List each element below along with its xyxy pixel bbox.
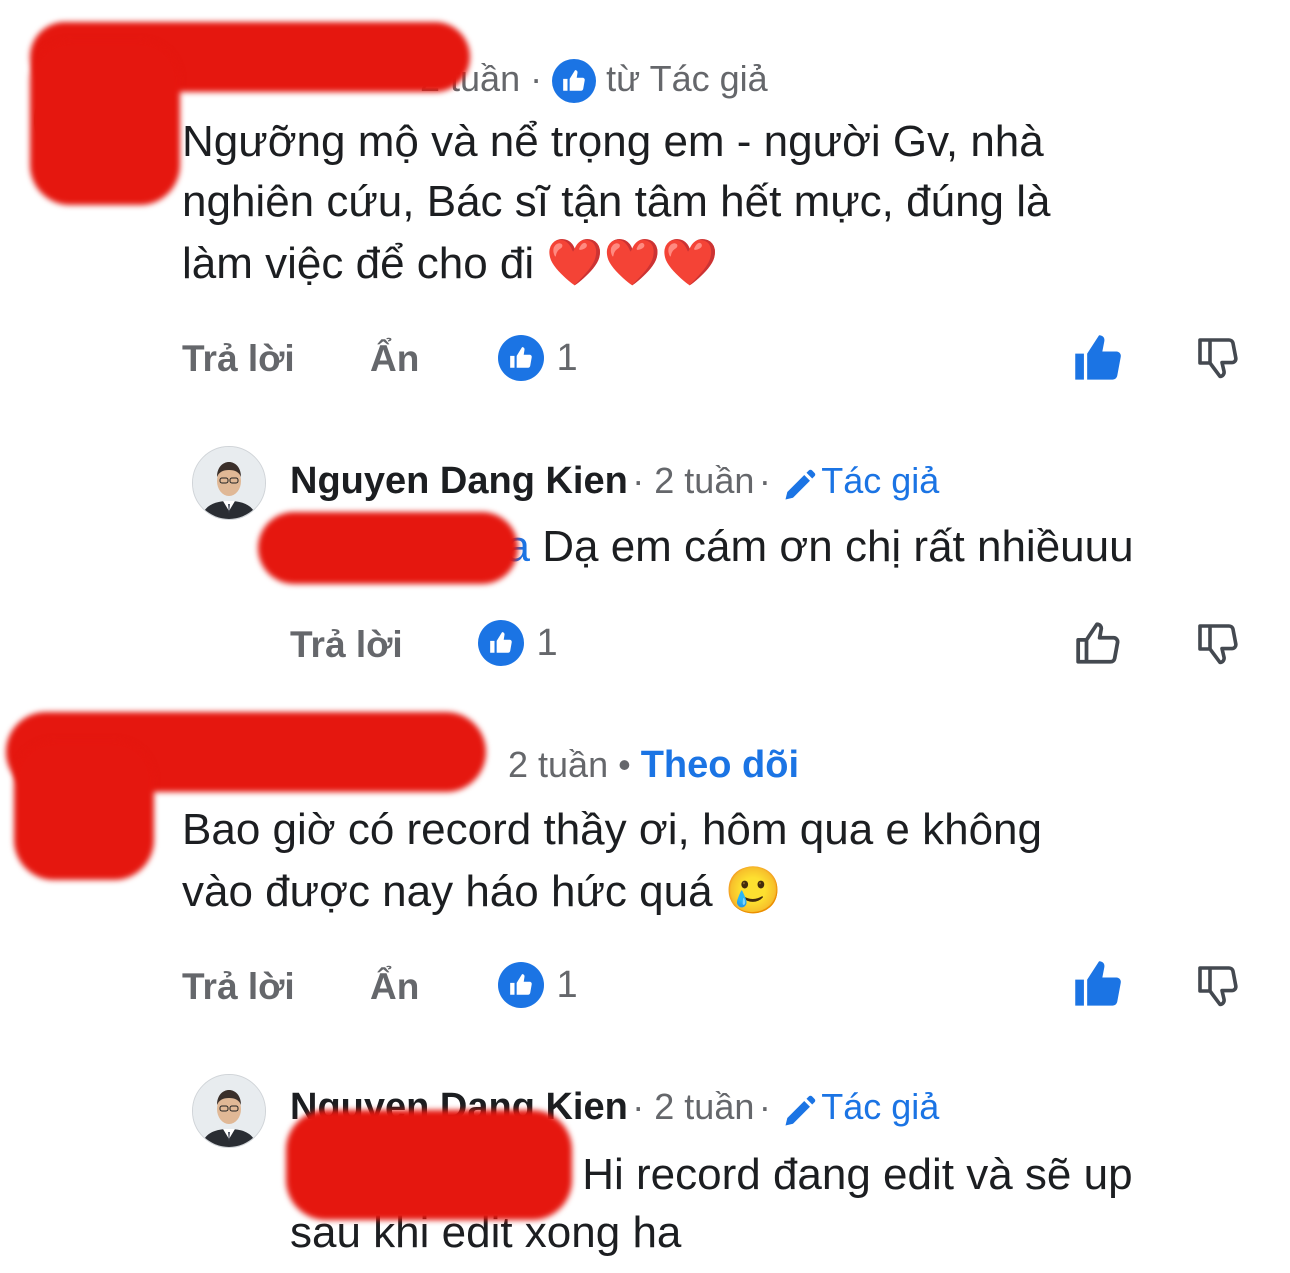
reply-time: 2 tuần (654, 460, 755, 501)
like-reaction-icon (478, 620, 524, 666)
author-liked-icon (552, 59, 597, 104)
reply-line: Hi record đang edit và sẽ up (582, 1150, 1133, 1199)
reply-button[interactable]: Trả lời (290, 624, 403, 666)
heart-emoji: ❤️❤️❤️ (546, 236, 719, 288)
like-reaction-icon (498, 335, 544, 381)
hide-button[interactable]: Ẩn (370, 966, 419, 1008)
like-count[interactable]: 1 (498, 962, 578, 1008)
reply-time: 2 tuần (654, 1086, 755, 1127)
redaction-mark (286, 1110, 572, 1220)
smile-tear-emoji: 🥲 (724, 864, 783, 916)
thumbs-down-icon[interactable] (1194, 334, 1242, 387)
redaction-mark (30, 40, 180, 205)
thumbs-up-icon[interactable] (1072, 958, 1124, 1015)
like-count-number: 1 (536, 621, 558, 664)
author-name[interactable]: Nguyen Dang Kien (290, 460, 628, 502)
hide-button[interactable]: Ẩn (370, 338, 419, 380)
author-badge-text: từ Tác giả (606, 58, 768, 99)
pencil-icon (781, 468, 817, 509)
like-count[interactable]: 1 (498, 335, 578, 381)
thumbs-up-icon[interactable] (1072, 332, 1124, 389)
author-role-label: Tác giả (821, 460, 940, 501)
redaction-mark (258, 512, 518, 584)
reply-header: Nguyen Dang Kien · 2 tuần · Tác giả (290, 460, 939, 509)
comment-meta: 2 tuần · từ Tác giả (420, 58, 768, 104)
thumbs-down-icon[interactable] (1194, 620, 1242, 673)
author-avatar[interactable] (192, 1074, 266, 1148)
comment-line: làm việc để cho đi (182, 239, 535, 288)
redaction-mark (14, 740, 154, 880)
comment-meta: 2 tuần • Theo dõi (508, 744, 800, 786)
author-avatar[interactable] (192, 446, 266, 520)
reply-button[interactable]: Trả lời (182, 338, 295, 380)
comment-line: vào được nay háo hức quá (182, 867, 713, 916)
author-role-label: Tác giả (821, 1086, 940, 1127)
comment-time: 2 tuần (508, 744, 609, 785)
thumbs-up-icon[interactable] (1074, 618, 1124, 673)
comment-line: Ngưỡng mộ và nể trọng em - người Gv, nhà (182, 117, 1044, 166)
pencil-icon (781, 1094, 817, 1135)
reply-text: Dạ em cám ơn chị rất nhiềuuu (542, 522, 1134, 571)
comment-line: nghiên cứu, Bác sĩ tận tâm hết mực, đúng… (182, 177, 1051, 226)
thumbs-down-icon[interactable] (1194, 962, 1242, 1015)
comment-body: Bao giờ có record thầy ơi, hôm qua e khô… (182, 800, 1242, 922)
like-count-number: 1 (556, 963, 578, 1006)
reply-button[interactable]: Trả lời (182, 966, 295, 1008)
comment-line: Bao giờ có record thầy ơi, hôm qua e khô… (182, 805, 1042, 854)
like-reaction-icon (498, 962, 544, 1008)
like-count-number: 1 (556, 336, 578, 379)
follow-button[interactable]: Theo dõi (641, 744, 799, 786)
comment-body: Ngưỡng mộ và nể trọng em - người Gv, nhà… (182, 112, 1242, 294)
like-count[interactable]: 1 (478, 620, 558, 666)
